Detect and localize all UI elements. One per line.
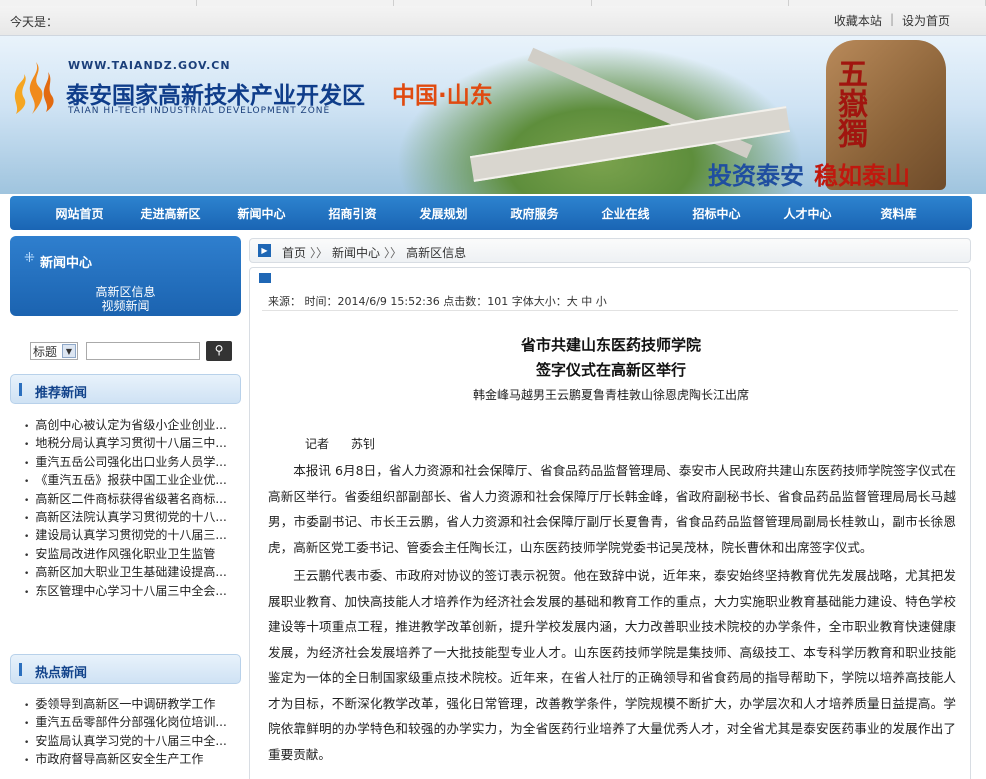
article-panel: 来源： 时间：2014/6/9 15:52:36 点击数：101 字体大小：大 … xyxy=(249,267,971,779)
nav-news[interactable]: 新闻中心 xyxy=(216,205,307,222)
article-paragraph: 本报讯 6月8日，省人力资源和社会保障厅、省食品药品监督管理局、泰安市人民政府共… xyxy=(268,463,956,555)
search-field-select[interactable]: 标题 ▼ xyxy=(30,342,78,360)
add-favorite-link[interactable]: 收藏本站 xyxy=(834,12,882,29)
article-reporter: 记者 苏钊 xyxy=(305,435,375,452)
news-center-panel: ⁜ 新闻中心 高新区信息 视频新闻 xyxy=(10,236,241,316)
hot-news-header: 热点新闻 xyxy=(10,654,241,684)
search-input[interactable] xyxy=(86,342,200,360)
stone-inscription: 五嶽獨 xyxy=(832,58,867,148)
breadcrumb-home[interactable]: 首页 xyxy=(282,246,306,260)
today-label: 今天是： xyxy=(10,15,59,29)
reporter-label: 记者 xyxy=(305,437,330,451)
grid-dots-icon: ⁜ xyxy=(24,251,35,266)
nav-library[interactable]: 资料库 xyxy=(853,205,944,222)
search-button[interactable]: ⚲ xyxy=(206,341,232,361)
breadcrumb-current[interactable]: 高新区信息 xyxy=(406,246,466,260)
main-nav: 网站首页 走进高新区 新闻中心 招商引资 发展规划 政府服务 企业在线 招标中心… xyxy=(10,196,972,230)
list-item[interactable]: 高新区法院认真学习贯彻党的十八... xyxy=(24,508,239,526)
nav-talent[interactable]: 人才中心 xyxy=(762,205,853,222)
article-title-line2: 签字仪式在高新区举行 xyxy=(535,361,686,379)
nav-bidding[interactable]: 招标中心 xyxy=(671,205,762,222)
article-meta: 来源： 时间：2014/6/9 15:52:36 点击数：101 字体大小：大 … xyxy=(268,295,607,308)
article-body: 本报讯 6月8日，省人力资源和社会保障厅、省食品药品监督管理局、泰安市人民政府共… xyxy=(268,458,956,770)
list-item[interactable]: 地税分局认真学习贯彻十八届三中... xyxy=(24,434,239,452)
top-utility-bar: 今天是： 收藏本站 | 设为首页 xyxy=(0,0,986,36)
slogan-part-b: 稳如泰山 xyxy=(814,162,910,190)
list-item[interactable]: 建设局认真学习贯彻党的十八届三... xyxy=(24,526,239,544)
divider xyxy=(262,310,958,311)
list-item[interactable]: 高创中心被认定为省级小企业创业... xyxy=(24,416,239,434)
site-region: 中国·山东 xyxy=(392,83,493,109)
recommended-news-header: 推荐新闻 xyxy=(10,374,241,404)
breadcrumb: ▶ 首页 〉〉 新闻中心 〉〉 高新区信息 xyxy=(249,238,971,263)
list-item[interactable]: 委领导到高新区一中调研教学工作 xyxy=(24,695,239,713)
nav-gov-service[interactable]: 政府服务 xyxy=(489,205,580,222)
site-logo-icon[interactable] xyxy=(10,58,62,118)
breadcrumb-news-center[interactable]: 新闻中心 xyxy=(332,246,380,260)
recommended-news-title: 推荐新闻 xyxy=(35,386,88,401)
play-arrow-icon: ▶ xyxy=(258,244,271,257)
set-homepage-link[interactable]: 设为首页 xyxy=(902,12,950,29)
hot-news-list: 委领导到高新区一中调研教学工作 重汽五岳零部件分部强化岗位培训... 安监局认真… xyxy=(24,695,239,769)
breadcrumb-separator: 〉〉 xyxy=(384,246,403,260)
slogan-part-a: 投资泰安 xyxy=(708,162,804,190)
search-icon: ⚲ xyxy=(214,343,224,357)
list-item[interactable]: 高新区加大职业卫生基础建设提高... xyxy=(24,563,239,581)
site-url: WWW.TAIANDZ.GOV.CN xyxy=(68,59,231,72)
nav-home[interactable]: 网站首页 xyxy=(34,205,125,222)
recommended-news-list: 高创中心被认定为省级小企业创业... 地税分局认真学习贯彻十八届三中... 重汽… xyxy=(24,416,239,600)
list-item[interactable]: 《重汽五岳》报获中国工业企业优... xyxy=(24,471,239,489)
breadcrumb-separator: 〉〉 xyxy=(310,246,329,260)
article-paragraph: 王云鹏代表市委、市政府对协议的签订表示祝贺。他在致辞中说，近年来，泰安始终坚持教… xyxy=(268,568,956,762)
header-accent-bar xyxy=(19,383,22,396)
site-title-english: TAIAN HI-TECH INDUSTRIAL DEVELOPMENT ZON… xyxy=(68,106,331,116)
site-banner: 五嶽獨 WWW.TAIANDZ.GOV.CN 泰安国家高新技术产业开发区 中国·… xyxy=(0,36,986,194)
list-item[interactable]: 重汽五岳零部件分部强化岗位培训... xyxy=(24,713,239,731)
header-accent-bar xyxy=(19,663,22,676)
nav-planning[interactable]: 发展规划 xyxy=(398,205,489,222)
search-bar: 标题 ▼ ⚲ xyxy=(10,340,241,362)
hot-news-title: 热点新闻 xyxy=(35,666,88,681)
nav-about[interactable]: 走进高新区 xyxy=(125,205,216,222)
nav-enterprise[interactable]: 企业在线 xyxy=(580,205,671,222)
banner-slogan: 投资泰安 稳如泰山 xyxy=(708,156,910,191)
nav-investment[interactable]: 招商引资 xyxy=(307,205,398,222)
list-item[interactable]: 高新区二件商标获得省级著名商标... xyxy=(24,490,239,508)
article-title-line1: 省市共建山东医药技师学院 xyxy=(520,336,701,354)
sidebar-link-video-news[interactable]: 视频新闻 xyxy=(10,297,241,314)
top-links: 收藏本站 | 设为首页 xyxy=(834,12,950,29)
top-tab-strip xyxy=(0,0,986,6)
list-item[interactable]: 安监局改进作风强化职业卫生监管 xyxy=(24,545,239,563)
search-field-value: 标题 xyxy=(33,345,58,359)
chevron-down-icon[interactable]: ▼ xyxy=(62,344,76,358)
panel-marker-icon xyxy=(259,273,271,283)
list-item[interactable]: 安监局认真学习党的十八届三中全... xyxy=(24,732,239,750)
reporter-name: 苏钊 xyxy=(351,437,376,451)
list-item[interactable]: 重汽五岳公司强化出口业务人员学... xyxy=(24,453,239,471)
list-item[interactable]: 东区管理中心学习十八届三中全会... xyxy=(24,582,239,600)
breadcrumb-trail: 首页 〉〉 新闻中心 〉〉 高新区信息 xyxy=(282,244,466,261)
article-subtitle: 韩金峰马越男王云鹏夏鲁青桂敦山徐恩虎陶长江出席 xyxy=(472,388,749,402)
site-title: 泰安国家高新技术产业开发区 xyxy=(66,83,365,109)
list-item[interactable]: 市政府督导高新区安全生产工作 xyxy=(24,750,239,768)
link-separator: | xyxy=(889,12,894,26)
news-center-title: 新闻中心 xyxy=(40,256,93,271)
